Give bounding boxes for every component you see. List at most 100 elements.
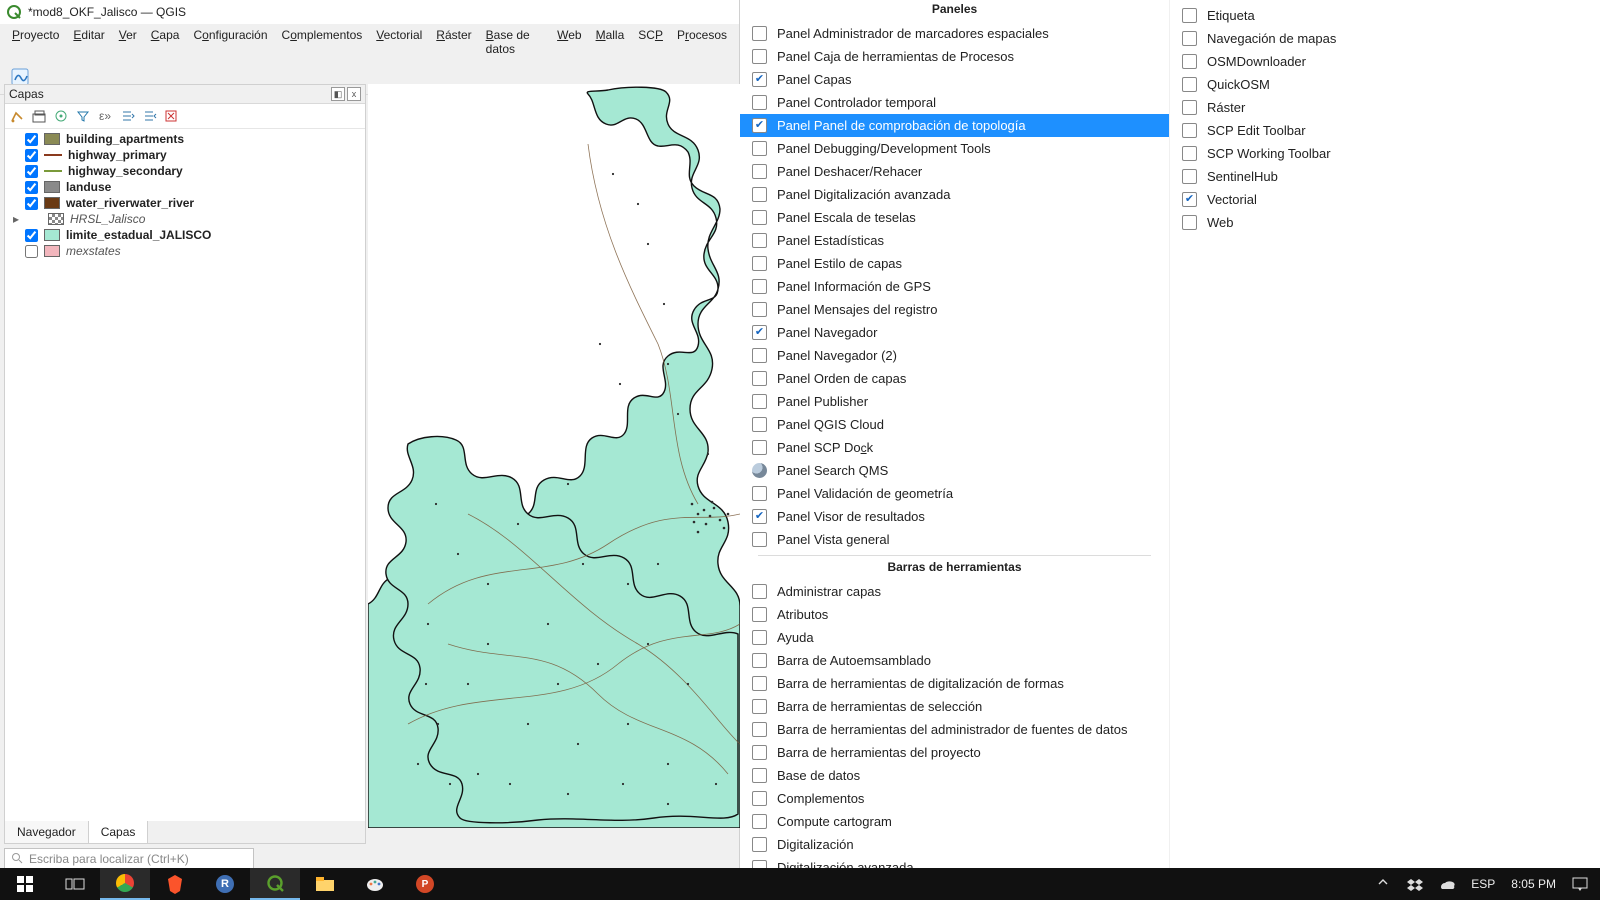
manage-themes-icon[interactable] [53,108,69,124]
checkbox-icon[interactable] [1182,31,1197,46]
checkbox-icon[interactable] [1182,123,1197,138]
menu-configuración[interactable]: Configuración [187,26,273,58]
panel-item[interactable]: Panel Orden de capas [740,367,1169,390]
toolbar-item[interactable]: SCP Working Toolbar [1170,142,1600,165]
panel-item[interactable]: Panel Panel de comprobación de topología [740,114,1169,137]
filter-icon[interactable] [75,108,91,124]
checkbox-icon[interactable] [752,722,767,737]
checkbox-icon[interactable] [752,653,767,668]
start-button[interactable] [0,868,50,900]
checkbox-icon[interactable] [752,72,767,87]
checkbox-icon[interactable] [752,187,767,202]
panel-item[interactable]: Panel Navegador (2) [740,344,1169,367]
checkbox-icon[interactable] [752,233,767,248]
toolbar-item[interactable]: Base de datos [740,764,1169,787]
locator-search[interactable]: Escriba para localizar (Ctrl+K) [4,848,254,870]
toolbar-item[interactable]: Vectorial [1170,188,1600,211]
taskbar-language[interactable]: ESP [1471,877,1495,891]
checkbox-icon[interactable] [752,584,767,599]
tray-onedrive-icon[interactable] [1437,878,1455,890]
checkbox-icon[interactable] [752,440,767,455]
expand-all-icon[interactable] [119,108,135,124]
layer-row[interactable]: landuse [7,179,363,195]
menu-complementos[interactable]: Complementos [276,26,369,58]
toolbar-item[interactable]: SCP Edit Toolbar [1170,119,1600,142]
checkbox-icon[interactable] [752,118,767,133]
toolbar-item[interactable]: Barra de Autoemsamblado [740,649,1169,672]
toolbar-item[interactable]: Barra de herramientas de digitalización … [740,672,1169,695]
system-tray[interactable] [1377,876,1455,892]
toolbar-item[interactable]: Administrar capas [740,580,1169,603]
toolbar-item[interactable]: Web [1170,211,1600,234]
tab-capas[interactable]: Capas [89,821,149,843]
toolbar-item[interactable]: OSMDownloader [1170,50,1600,73]
checkbox-icon[interactable] [1182,8,1197,23]
taskbar-brave-icon[interactable] [150,868,200,900]
panel-item[interactable]: Panel QGIS Cloud [740,413,1169,436]
toolbar-item[interactable]: Atributos [740,603,1169,626]
layer-row[interactable]: building_apartments [7,131,363,147]
menu-ver[interactable]: Ver [113,26,143,58]
toolbar-item[interactable]: SentinelHub [1170,165,1600,188]
panel-item[interactable]: Panel Debugging/Development Tools [740,137,1169,160]
layer-visibility-checkbox[interactable] [25,229,38,242]
expand-icon[interactable]: ▸ [11,212,21,226]
checkbox-icon[interactable] [752,699,767,714]
layer-visibility-checkbox[interactable] [25,181,38,194]
checkbox-icon[interactable] [752,532,767,547]
windows-taskbar[interactable]: R P ESP 8:05 PM [0,868,1600,900]
toolbar-item[interactable]: Barra de herramientas de selección [740,695,1169,718]
panel-item[interactable]: Panel Caja de herramientas de Procesos [740,45,1169,68]
checkbox-icon[interactable] [752,630,767,645]
layer-tree[interactable]: building_apartmentshighway_primaryhighwa… [5,129,365,261]
checkbox-icon[interactable] [752,210,767,225]
toolbar-item[interactable]: Barra de herramientas del administrador … [740,718,1169,741]
checkbox-icon[interactable] [752,837,767,852]
checkbox-icon[interactable] [1182,192,1197,207]
style-icon[interactable] [9,108,25,124]
toolbar-item[interactable]: Digitalización [740,833,1169,856]
toolbar-item[interactable]: Ráster [1170,96,1600,119]
action-center-icon[interactable] [1572,877,1588,891]
panel-item[interactable]: Panel Navegador [740,321,1169,344]
checkbox-icon[interactable] [752,371,767,386]
menu-vectorial[interactable]: Vectorial [370,26,428,58]
panel-item[interactable]: Panel Visor de resultados [740,505,1169,528]
layer-visibility-checkbox[interactable] [25,133,38,146]
toolbar-item[interactable]: Compute cartogram [740,810,1169,833]
panel-item[interactable]: Panel Administrador de marcadores espaci… [740,22,1169,45]
taskbar-clock[interactable]: 8:05 PM [1511,877,1556,891]
add-group-icon[interactable] [31,108,47,124]
checkbox-icon[interactable] [752,95,767,110]
layer-visibility-checkbox[interactable] [25,245,38,258]
menu-web[interactable]: Web [551,26,587,58]
layer-row[interactable]: limite_estadual_JALISCO [7,227,363,243]
panel-item[interactable]: Panel Mensajes del registro [740,298,1169,321]
layer-visibility-checkbox[interactable] [25,197,38,210]
checkbox-icon[interactable] [752,486,767,501]
checkbox-icon[interactable] [752,141,767,156]
toolbar-item[interactable]: Ayuda [740,626,1169,649]
checkbox-icon[interactable] [752,791,767,806]
map-canvas[interactable] [368,84,740,828]
checkbox-icon[interactable] [1182,146,1197,161]
checkbox-icon[interactable] [752,164,767,179]
checkbox-icon[interactable] [752,256,767,271]
remove-layer-icon[interactable] [163,108,179,124]
panel-item[interactable]: Panel Estadísticas [740,229,1169,252]
menu-proyecto[interactable]: Proyecto [6,26,65,58]
menu-editar[interactable]: Editar [67,26,110,58]
toolbar-item[interactable]: Navegación de mapas [1170,27,1600,50]
tray-dropbox-icon[interactable] [1407,877,1423,891]
taskbar-paint-icon[interactable] [350,868,400,900]
tray-chevron-up-icon[interactable] [1377,876,1393,892]
menu-malla[interactable]: Malla [590,26,631,58]
checkbox-icon[interactable] [752,302,767,317]
panel-item[interactable]: Panel Search QMS [740,459,1169,482]
panel-item[interactable]: Panel Controlador temporal [740,91,1169,114]
view-panels-menu[interactable]: Paneles Panel Administrador de marcadore… [740,0,1600,880]
checkbox-icon[interactable] [1182,77,1197,92]
checkbox-icon[interactable] [752,26,767,41]
panel-item[interactable]: Panel Capas [740,68,1169,91]
checkbox-icon[interactable] [752,417,767,432]
